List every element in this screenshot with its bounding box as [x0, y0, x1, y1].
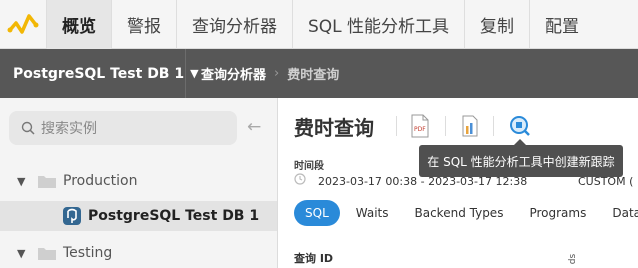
period-mode[interactable]: CUSTOM (: [578, 175, 633, 188]
database-selector-label: PostgreSQL Test DB 1: [13, 65, 185, 82]
search-icon: [21, 121, 35, 135]
breadcrumb-query-analyzer[interactable]: 查询分析器: [201, 64, 266, 83]
folder-icon: [38, 176, 56, 188]
period-label: 时间段: [294, 161, 324, 172]
tab-backend-types[interactable]: Backend Types: [415, 206, 504, 220]
database-selector[interactable]: PostgreSQL Test DB 1 ▼: [0, 49, 199, 98]
nav-tab-replication[interactable]: 复制: [464, 0, 529, 49]
tab-sql[interactable]: SQL: [294, 200, 340, 226]
clock-icon: [294, 173, 306, 185]
tree-label: PostgreSQL Test DB 1: [88, 208, 260, 224]
search-placeholder: 搜索实例: [41, 121, 97, 137]
toolbar-divider: [493, 116, 494, 136]
tree-instance-postgresql-test-db-1[interactable]: PostgreSQL Test DB 1: [0, 201, 277, 231]
breadcrumb-bar: PostgreSQL Test DB 1 ▼ 查询分析器 › 费时查询: [0, 49, 638, 98]
tab-waits[interactable]: Waits: [356, 206, 389, 220]
chevron-right-icon: ›: [274, 66, 280, 81]
column-header-query-id[interactable]: 查询 ID: [294, 250, 333, 266]
partial-column-header: ds: [568, 253, 579, 265]
caret-down-icon: ▼: [190, 67, 199, 80]
period-value[interactable]: 2023-03-17 00:38 - 2023-03-17 12:38: [318, 175, 527, 188]
tree-folder-testing[interactable]: ▼ Testing: [0, 238, 277, 268]
toolbar-divider: [445, 116, 446, 136]
main-content: 费时查询 PDF 在 SQL 性能分析工具中创建新跟踪 时间段 2023-03-…: [279, 98, 638, 268]
collapse-sidebar-arrow-icon[interactable]: ←: [247, 117, 261, 137]
instance-search-input[interactable]: 搜索实例: [9, 111, 237, 145]
report-export-icon[interactable]: [459, 114, 481, 138]
breadcrumb-current-page: 费时查询: [287, 68, 340, 83]
tree-label: Production: [63, 173, 138, 189]
nav-tab-query-analyzer[interactable]: 查询分析器: [176, 0, 292, 49]
toolbar-divider: [396, 116, 397, 136]
postgresql-elephant-icon: [63, 207, 81, 225]
tab-programs[interactable]: Programs: [529, 206, 586, 220]
top-nav: 概览 警报 查询分析器 SQL 性能分析工具 复制 配置: [0, 0, 638, 49]
dimension-tabs: SQL Waits Backend Types Programs Databa: [294, 199, 638, 227]
pdf-export-icon[interactable]: PDF: [409, 114, 431, 138]
instance-sidebar: 搜索实例 ← ▼ Production PostgreSQL Test DB 1…: [0, 98, 278, 268]
page-title: 费时查询: [294, 116, 374, 140]
create-trace-icon[interactable]: [509, 114, 531, 138]
nav-tab-overview[interactable]: 概览: [46, 0, 111, 49]
nav-tab-alerts[interactable]: 警报: [111, 0, 176, 49]
expand-triangle-icon[interactable]: ▼: [17, 247, 28, 260]
expand-triangle-icon[interactable]: ▼: [17, 175, 28, 188]
nav-tab-sql-profiler[interactable]: SQL 性能分析工具: [292, 0, 464, 49]
nav-tab-configuration[interactable]: 配置: [529, 0, 594, 49]
svg-text:PDF: PDF: [414, 126, 426, 133]
folder-icon: [38, 248, 56, 260]
tab-databases[interactable]: Databa: [612, 206, 638, 220]
create-trace-tooltip: 在 SQL 性能分析工具中创建新跟踪: [419, 139, 623, 177]
app-logo-icon[interactable]: [0, 0, 46, 49]
tree-folder-production[interactable]: ▼ Production: [0, 166, 277, 196]
tree-label: Testing: [63, 245, 113, 261]
